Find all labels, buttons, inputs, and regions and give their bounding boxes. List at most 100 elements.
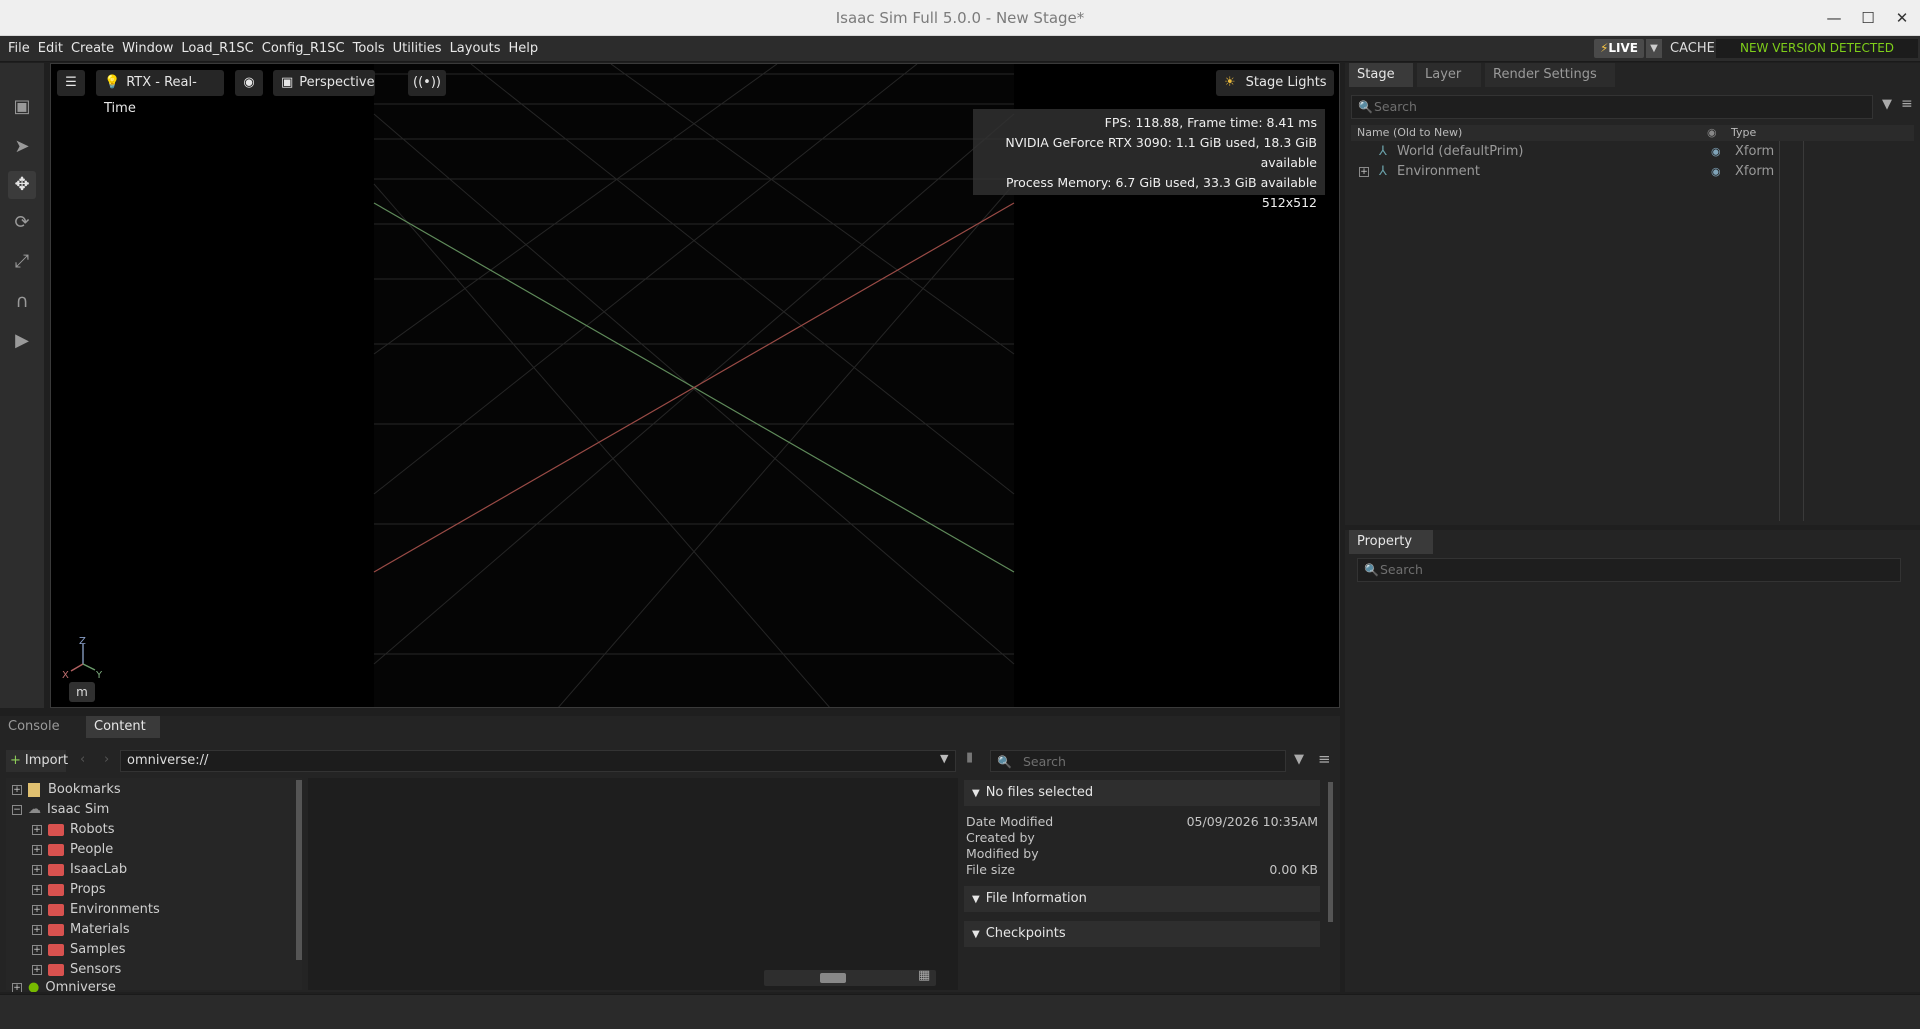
expand-icon[interactable]: + — [32, 924, 42, 935]
stage-lights-button[interactable]: ☀ Stage Lights — [1216, 70, 1334, 96]
expand-icon[interactable]: + — [32, 964, 42, 975]
details-scrollbar[interactable] — [1328, 782, 1333, 922]
file-information-label: File Information — [985, 891, 1087, 906]
no-files-header[interactable]: ▼ No files selected — [964, 780, 1320, 806]
menu-icon[interactable]: ≡ — [1901, 96, 1913, 112]
tree-row-environment[interactable]: + ⅄ Environment ◉ Xform — [1349, 162, 1914, 182]
menu-load-r1sc[interactable]: Load_R1SC — [177, 36, 257, 62]
expand-icon[interactable]: + — [12, 784, 22, 795]
zoom-slider-handle[interactable] — [820, 973, 846, 983]
tree-item-isaaclab[interactable]: + IsaacLab — [32, 860, 127, 880]
maximize-button[interactable]: ☐ — [1854, 6, 1882, 30]
expand-icon[interactable]: + — [12, 982, 22, 992]
live-button[interactable]: ⚡LIVE — [1594, 39, 1644, 58]
tab-content[interactable]: Content — [86, 716, 160, 738]
close-button[interactable]: ✕ — [1888, 6, 1916, 30]
menu-config-r1sc[interactable]: Config_R1SC — [258, 36, 349, 62]
tree-row-world[interactable]: ⅄ World (defaultPrim) ◉ Xform — [1349, 142, 1914, 162]
tab-console[interactable]: Console — [0, 716, 60, 738]
filter-icon[interactable]: ▼ — [1882, 97, 1892, 112]
menu-help[interactable]: Help — [505, 36, 543, 62]
expand-icon[interactable]: + — [32, 944, 42, 955]
file-grid[interactable] — [308, 778, 958, 990]
tree-item-omniverse[interactable]: + ● Omniverse — [12, 978, 116, 992]
col-name-header[interactable]: Name (Old to New) — [1357, 125, 1462, 141]
tree-item-bookmarks[interactable]: + Bookmarks — [12, 780, 121, 800]
expand-icon[interactable]: + — [32, 884, 42, 895]
tree-item-samples[interactable]: + Samples — [32, 940, 126, 960]
content-search-input[interactable]: 🔍 Search — [990, 750, 1286, 772]
cloud-icon: ☁ — [28, 802, 41, 817]
tree-item-robots[interactable]: + Robots — [32, 820, 114, 840]
filter-icon[interactable]: ▼ — [1294, 752, 1304, 767]
visibility-button[interactable]: ◉ — [235, 70, 263, 96]
move-icon[interactable]: ✥ — [8, 171, 36, 199]
tree-item-materials[interactable]: + Materials — [32, 920, 130, 940]
forward-arrow-icon[interactable]: › — [104, 752, 109, 767]
file-information-header[interactable]: ▼ File Information — [964, 886, 1320, 912]
stage-search-placeholder: Search — [1374, 99, 1417, 114]
expand-icon[interactable]: + — [32, 844, 42, 855]
menu-file[interactable]: File — [4, 36, 34, 62]
col-type-header[interactable]: Type — [1731, 125, 1756, 141]
stage-search-input[interactable]: 🔍 Search — [1351, 95, 1873, 119]
chevron-down-icon: ▼ — [972, 894, 980, 905]
menu-layouts[interactable]: Layouts — [446, 36, 505, 62]
viewport-settings-button[interactable]: ☰ — [57, 70, 85, 96]
tree-scrollbar[interactable] — [296, 780, 302, 960]
property-search-input[interactable]: 🔍 Search — [1357, 558, 1901, 582]
minimize-button[interactable]: — — [1820, 6, 1848, 30]
camera-button[interactable]: ▣ Perspective — [273, 70, 375, 96]
omniverse-icon: ● — [28, 980, 40, 992]
tab-render-settings[interactable]: Render Settings — [1485, 63, 1615, 87]
tree-item-people[interactable]: + People — [32, 840, 113, 860]
zoom-slider[interactable] — [764, 970, 936, 986]
expand-icon[interactable]: + — [32, 904, 42, 915]
menu-tools[interactable]: Tools — [349, 36, 389, 62]
menu-edit[interactable]: Edit — [34, 36, 67, 62]
tree-item-sensors[interactable]: + Sensors — [32, 960, 121, 980]
visibility-eye-icon[interactable]: ◉ — [1711, 162, 1721, 182]
content-search-placeholder: Search — [1023, 754, 1066, 769]
tree-item-props[interactable]: + Props — [32, 880, 106, 900]
visibility-eye-icon[interactable]: ◉ — [1711, 142, 1721, 162]
broadcast-button[interactable]: ((•)) — [408, 70, 446, 96]
checkpoints-header[interactable]: ▼ Checkpoints — [964, 921, 1320, 947]
expand-icon[interactable]: + — [1359, 167, 1369, 177]
menu-create[interactable]: Create — [67, 36, 118, 62]
expand-icon[interactable]: + — [32, 864, 42, 875]
tab-property[interactable]: Property — [1349, 530, 1433, 554]
tree-label: Props — [70, 882, 106, 897]
folder-icon — [48, 903, 64, 916]
menu-window[interactable]: Window — [118, 36, 177, 62]
renderer-button[interactable]: 💡 RTX - Real-Time — [96, 70, 224, 116]
folder-icon — [48, 923, 64, 936]
cache-status[interactable]: NEW VERSION DETECTED — [1716, 39, 1918, 58]
tree-item-environments[interactable]: + Environments — [32, 900, 160, 920]
scale-icon[interactable]: ⤢ — [8, 248, 36, 276]
import-button[interactable]: + Import — [6, 750, 68, 772]
camera-label: Perspective — [299, 75, 375, 90]
bookmark-icon[interactable]: ▮ — [966, 750, 973, 765]
expand-icon[interactable]: + — [32, 824, 42, 835]
menu-icon[interactable]: ≡ — [1318, 750, 1331, 768]
eye-icon[interactable]: ◉ — [1707, 125, 1717, 141]
unit-button[interactable]: m — [69, 682, 95, 702]
tab-stage[interactable]: Stage — [1349, 63, 1413, 87]
tree-label: Samples — [70, 942, 126, 957]
live-dropdown-button[interactable]: ▼ — [1646, 39, 1662, 58]
tree-item-isaac-sim[interactable]: − ☁ Isaac Sim — [12, 800, 109, 820]
menu-utilities[interactable]: Utilities — [389, 36, 446, 62]
play-icon[interactable]: ▶ — [8, 327, 36, 355]
tab-layer[interactable]: Layer — [1417, 63, 1481, 87]
viewport[interactable]: ☰ 💡 RTX - Real-Time ◉ ▣ Perspective ((•)) … — [50, 63, 1340, 708]
select-icon[interactable]: ▣ — [8, 93, 36, 121]
back-arrow-icon[interactable]: ‹ — [80, 752, 85, 767]
rotate-icon[interactable]: ⟳ — [8, 209, 36, 237]
collapse-icon[interactable]: − — [12, 804, 22, 815]
grid-view-icon[interactable]: ▦ — [918, 968, 930, 983]
path-dropdown-icon[interactable]: ▼ — [940, 752, 948, 765]
path-input[interactable]: omniverse:// — [120, 750, 956, 772]
pointer-icon[interactable]: ➤ — [8, 133, 36, 161]
snap-icon[interactable]: ∩ — [8, 288, 36, 316]
